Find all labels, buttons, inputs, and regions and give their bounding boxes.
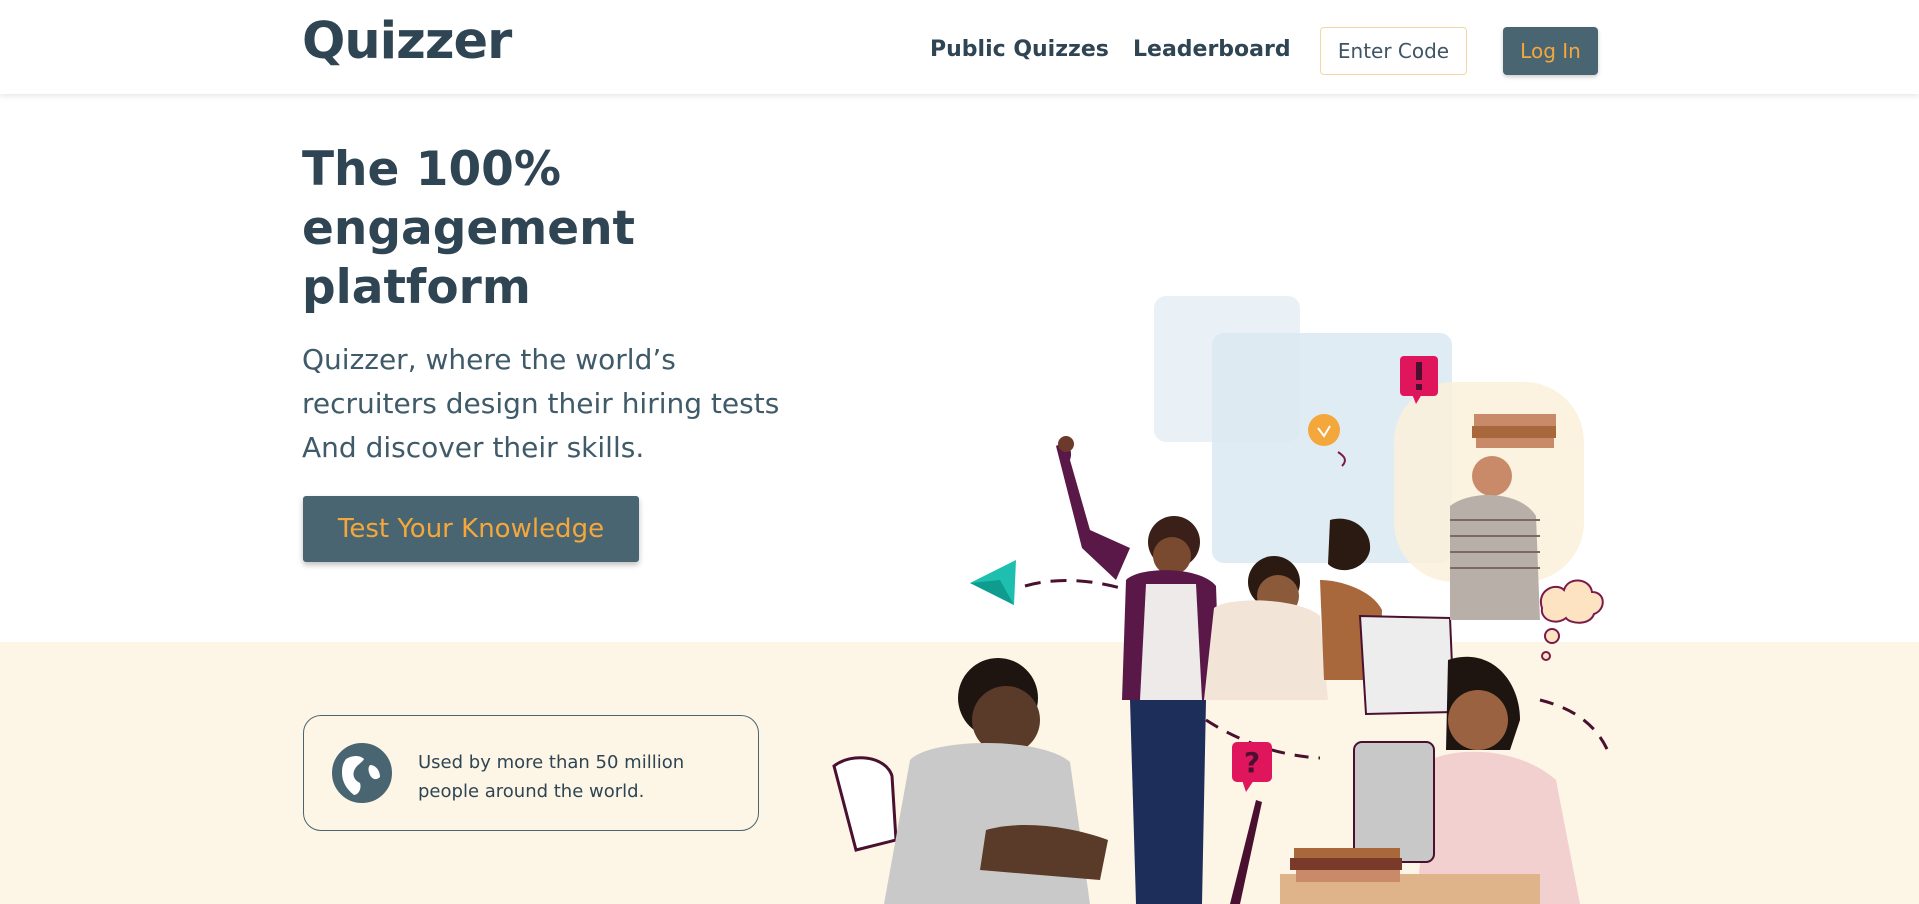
book-stack — [1294, 848, 1400, 858]
svg-text:?: ? — [1244, 746, 1260, 779]
thought-cloud-icon — [1539, 579, 1604, 661]
landing-page: Quizzer Public Quizzes Leaderboard Enter… — [0, 0, 1919, 904]
pen — [1230, 800, 1262, 904]
users-stat-card: Used by more than 50 million people arou… — [303, 715, 759, 831]
hero-illustration: ? — [832, 296, 1612, 904]
hero-title-line: engagement — [302, 201, 635, 256]
login-button[interactable]: Log In — [1503, 27, 1598, 75]
hero-subtitle-line: And discover their skills. — [302, 431, 645, 464]
book-stack — [1290, 858, 1402, 870]
book-stack — [1296, 870, 1400, 882]
users-stat-text: Used by more than 50 million people arou… — [418, 748, 738, 806]
hero-title-line: The 100% — [302, 142, 561, 197]
hero-subtitle-line: recruiters design their hiring tests — [302, 387, 780, 420]
stat-text-line: Used by more than 50 million — [418, 752, 685, 773]
logo[interactable]: Quizzer — [302, 12, 512, 71]
man-figure — [832, 658, 1108, 904]
nav-public-quizzes[interactable]: Public Quizzes — [930, 37, 1109, 62]
globe-icon — [332, 743, 392, 803]
hero-title: The 100% engagement platform — [302, 140, 842, 317]
stat-text-line: people around the world. — [418, 781, 645, 802]
nav-leaderboard[interactable]: Leaderboard — [1133, 37, 1291, 62]
hero-subtitle: Quizzer, where the world’s recruiters de… — [302, 338, 862, 470]
dashed-arc — [1539, 698, 1612, 757]
enter-code-button[interactable]: Enter Code — [1320, 27, 1467, 75]
test-knowledge-button[interactable]: Test Your Knowledge — [303, 496, 639, 562]
hero-title-line: platform — [302, 260, 531, 315]
site-header: Quizzer Public Quizzes Leaderboard Enter… — [0, 0, 1919, 94]
question-bubble-icon: ? — [1232, 742, 1272, 792]
hero-subtitle-line: Quizzer, where the world’s — [302, 343, 676, 376]
